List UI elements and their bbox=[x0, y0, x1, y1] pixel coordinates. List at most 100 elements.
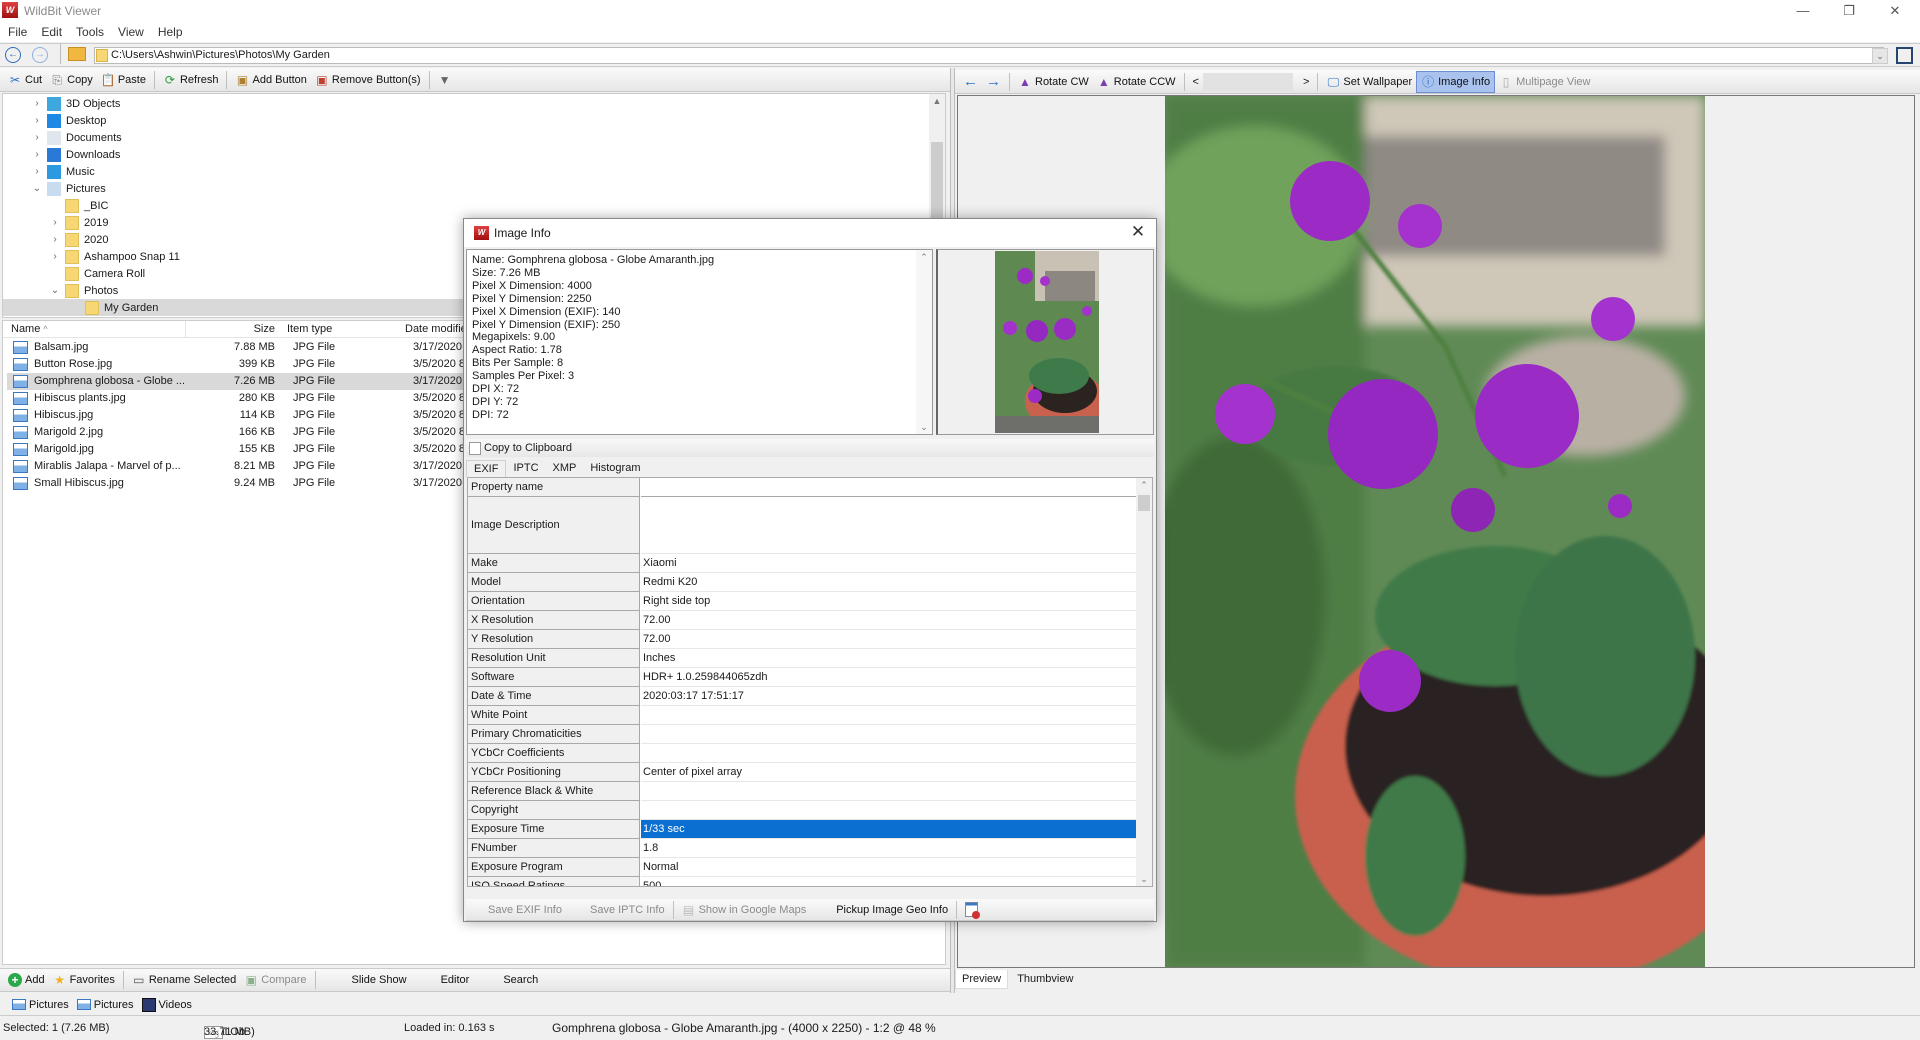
exif-scrollbar[interactable]: ⌃ ⌄ bbox=[1136, 478, 1152, 886]
menu-help[interactable]: Help bbox=[158, 22, 183, 42]
next-image-button[interactable]: → bbox=[982, 71, 1005, 93]
exif-property-value[interactable] bbox=[641, 782, 1136, 801]
column-item-type[interactable]: Item type bbox=[287, 323, 332, 335]
scroll-down-icon[interactable]: ⌄ bbox=[1136, 872, 1152, 886]
remove-buttons-button[interactable]: ▣ Remove Button(s) bbox=[311, 69, 425, 91]
tree-item[interactable]: › Downloads bbox=[3, 146, 929, 163]
tab-exif[interactable]: EXIF bbox=[466, 459, 507, 477]
exif-property-value[interactable]: Right side top bbox=[641, 592, 1136, 611]
tab-thumbview[interactable]: Thumbview bbox=[1011, 970, 1079, 988]
scroll-up-icon[interactable]: ▲ bbox=[929, 94, 945, 108]
copy-button[interactable]: ⎘ Copy bbox=[46, 69, 97, 91]
chevron-right-icon[interactable]: › bbox=[31, 132, 43, 143]
exif-property-value[interactable]: Redmi K20 bbox=[641, 573, 1136, 592]
rename-selected-button[interactable]: ▭ Rename Selected bbox=[128, 969, 240, 991]
rotate-cw-button[interactable]: ▲ Rotate CW bbox=[1014, 71, 1093, 93]
chevron-right-icon[interactable]: › bbox=[31, 115, 43, 126]
scroll-right-button[interactable]: > bbox=[1299, 71, 1313, 93]
exif-row[interactable]: White Point bbox=[468, 706, 1136, 725]
folder-up-icon[interactable] bbox=[68, 47, 86, 61]
set-wallpaper-button[interactable]: 🖵 Set Wallpaper bbox=[1322, 71, 1416, 93]
refresh-button[interactable]: ⟳ Refresh bbox=[159, 69, 223, 91]
exif-row[interactable]: FNumber 1.8 bbox=[468, 839, 1136, 858]
exif-property-value[interactable] bbox=[641, 801, 1136, 820]
exif-row[interactable]: Image Description bbox=[468, 497, 1136, 554]
column-name[interactable]: Name ^ bbox=[11, 323, 48, 335]
exif-property-value[interactable]: 500 bbox=[641, 877, 1136, 886]
exif-row[interactable]: Copyright bbox=[468, 801, 1136, 820]
copy-to-clipboard-button[interactable]: Copy to Clipboard bbox=[466, 439, 1154, 457]
exif-property-value[interactable] bbox=[641, 744, 1136, 763]
exif-row[interactable]: YCbCr Coefficients bbox=[468, 744, 1136, 763]
summary-scrollbar[interactable]: ⌃ ⌄ bbox=[916, 250, 932, 434]
show-in-google-maps-button[interactable]: ▤ Show in Google Maps bbox=[678, 899, 811, 921]
quick-pictures-1[interactable]: Pictures bbox=[8, 994, 73, 1016]
exif-row[interactable]: Software HDR+ 1.0.259844065zdh bbox=[468, 668, 1136, 687]
favorites-button[interactable]: ★ Favorites bbox=[49, 969, 119, 991]
exif-row[interactable]: X Resolution 72.00 bbox=[468, 611, 1136, 630]
exif-row[interactable]: Exposure Time 1/33 sec bbox=[468, 820, 1136, 839]
exif-property-value[interactable]: 2020:03:17 17:51:17 bbox=[641, 687, 1136, 706]
exif-property-value[interactable]: 72.00 bbox=[641, 611, 1136, 630]
exif-property-value[interactable] bbox=[641, 725, 1136, 744]
search-button[interactable]: Search bbox=[499, 969, 542, 991]
chevron-right-icon[interactable]: › bbox=[31, 149, 43, 160]
restore-button[interactable]: ❐ bbox=[1826, 0, 1872, 22]
exif-row[interactable]: Y Resolution 72.00 bbox=[468, 630, 1136, 649]
scrollbar-thumb[interactable] bbox=[1138, 495, 1150, 511]
exif-row[interactable]: Make Xiaomi bbox=[468, 554, 1136, 573]
tree-item[interactable]: › Music bbox=[3, 163, 929, 180]
address-dropdown-button[interactable]: ⌄ bbox=[1872, 48, 1888, 64]
tree-item[interactable]: › Documents bbox=[3, 129, 929, 146]
exif-property-value[interactable]: Center of pixel array bbox=[641, 763, 1136, 782]
scroll-up-icon[interactable]: ⌃ bbox=[1136, 478, 1152, 492]
back-nav-button[interactable]: ← bbox=[5, 47, 21, 63]
exif-property-value[interactable]: HDR+ 1.0.259844065zdh bbox=[641, 668, 1136, 687]
menu-tools[interactable]: Tools bbox=[76, 22, 104, 42]
quick-videos[interactable]: Videos bbox=[138, 994, 196, 1016]
previous-image-button[interactable]: ← bbox=[959, 71, 982, 93]
tree-item[interactable]: › 3D Objects bbox=[3, 95, 929, 112]
exif-row[interactable]: ISO Speed Ratings 500 bbox=[468, 877, 1136, 886]
rotate-ccw-button[interactable]: ▲ Rotate CCW bbox=[1093, 71, 1180, 93]
chevron-right-icon[interactable]: › bbox=[49, 217, 61, 228]
save-exif-button[interactable]: Save EXIF Info bbox=[484, 899, 566, 921]
column-date-modified[interactable]: Date modifie bbox=[405, 323, 467, 335]
multipage-view-button[interactable]: ▯ Multipage View bbox=[1495, 71, 1594, 93]
remove-geo-icon[interactable] bbox=[965, 902, 981, 919]
exif-property-value[interactable]: 1/33 sec bbox=[641, 820, 1136, 839]
image-summary-text[interactable]: Name: Gomphrena globosa - Globe Amaranth… bbox=[466, 249, 933, 435]
add-button-button[interactable]: ▣ Add Button bbox=[231, 69, 310, 91]
cut-button[interactable]: ✂ Cut bbox=[4, 69, 46, 91]
chevron-right-icon[interactable]: › bbox=[31, 98, 43, 109]
add-button[interactable]: + Add bbox=[4, 969, 49, 991]
close-button[interactable]: ✕ bbox=[1872, 0, 1918, 22]
slide-show-button[interactable]: Slide Show bbox=[348, 969, 411, 991]
exif-row[interactable]: Orientation Right side top bbox=[468, 592, 1136, 611]
minimize-button[interactable]: — bbox=[1780, 0, 1826, 22]
exif-property-value[interactable]: 72.00 bbox=[641, 630, 1136, 649]
scroll-down-icon[interactable]: ⌄ bbox=[916, 420, 932, 434]
exif-property-value[interactable]: 1.8 bbox=[641, 839, 1136, 858]
menu-view[interactable]: View bbox=[118, 22, 144, 42]
tab-preview[interactable]: Preview bbox=[955, 970, 1009, 989]
fullscreen-icon[interactable] bbox=[1896, 47, 1913, 64]
tab-iptc[interactable]: IPTC bbox=[506, 460, 545, 476]
tab-histogram[interactable]: Histogram bbox=[583, 460, 647, 476]
pickup-geo-info-button[interactable]: Pickup Image Geo Info bbox=[832, 899, 952, 921]
chevron-right-icon[interactable]: › bbox=[49, 234, 61, 245]
dialog-title-bar[interactable]: W Image Info ✕ bbox=[464, 219, 1156, 247]
column-value[interactable] bbox=[641, 478, 1136, 497]
tree-item[interactable]: › Desktop bbox=[3, 112, 929, 129]
menu-edit[interactable]: Edit bbox=[41, 22, 62, 42]
exif-property-value[interactable]: Xiaomi bbox=[641, 554, 1136, 573]
menu-file[interactable]: File bbox=[8, 22, 27, 42]
chevron-down-icon[interactable]: ⌄ bbox=[31, 183, 43, 194]
compare-button[interactable]: ▣ Compare bbox=[240, 969, 310, 991]
exif-property-value[interactable]: Inches bbox=[641, 649, 1136, 668]
tree-item[interactable]: ⌄ Pictures bbox=[3, 180, 929, 197]
exif-row[interactable]: Primary Chromaticities bbox=[468, 725, 1136, 744]
scroll-up-icon[interactable]: ⌃ bbox=[916, 250, 932, 264]
forward-nav-button[interactable]: → bbox=[32, 47, 48, 63]
filter-button[interactable]: ▼ bbox=[434, 69, 459, 91]
